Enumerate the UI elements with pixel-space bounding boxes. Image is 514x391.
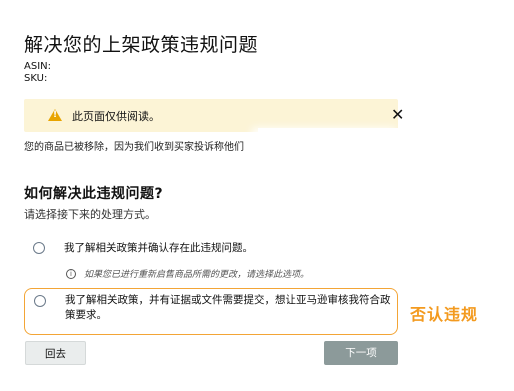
section-title: 如何解决此违规问题? bbox=[24, 186, 164, 202]
option-dispute[interactable]: 我了解相关政策，并有证据或文件需要提交，想让亚马逊审核我符合政策要求。 bbox=[24, 288, 398, 335]
close-icon[interactable]: ✕ bbox=[391, 105, 404, 124]
page-title: 解决您的上架政策违规问题 bbox=[24, 34, 259, 56]
warning-icon bbox=[48, 109, 62, 121]
notice-fade-overlay bbox=[258, 128, 402, 160]
asin-label: ASIN: bbox=[24, 61, 51, 72]
sku-label: SKU: bbox=[24, 73, 48, 84]
back-button[interactable]: 回去 bbox=[25, 341, 86, 365]
alert-text: 此页面仅供阅读。 bbox=[72, 110, 160, 123]
section-subtitle: 请选择接下来的处理方式。 bbox=[24, 208, 156, 221]
next-button[interactable]: 下一项 bbox=[324, 341, 398, 365]
option-acknowledge-radio[interactable] bbox=[33, 242, 45, 254]
option-note-text: 如果您已进行重新启售商品所需的更改，请选择此选项。 bbox=[84, 270, 310, 280]
info-icon: i bbox=[66, 269, 76, 279]
option-acknowledge-label[interactable]: 我了解相关政策并确认存在此违规问题。 bbox=[64, 241, 253, 256]
option-dispute-label[interactable]: 我了解相关政策，并有证据或文件需要提交，想让亚马逊审核我符合政策要求。 bbox=[65, 293, 395, 323]
annotation-label: 否认违规 bbox=[410, 305, 479, 324]
option-acknowledge[interactable]: 我了解相关政策并确认存在此违规问题。 bbox=[24, 236, 398, 260]
option-note: i 如果您已进行重新启售商品所需的更改，请选择此选项。 bbox=[66, 267, 309, 280]
removal-notice-text: 您的商品已被移除，因为我们收到买家投诉称他们 bbox=[24, 142, 244, 153]
option-dispute-radio[interactable] bbox=[34, 295, 46, 307]
